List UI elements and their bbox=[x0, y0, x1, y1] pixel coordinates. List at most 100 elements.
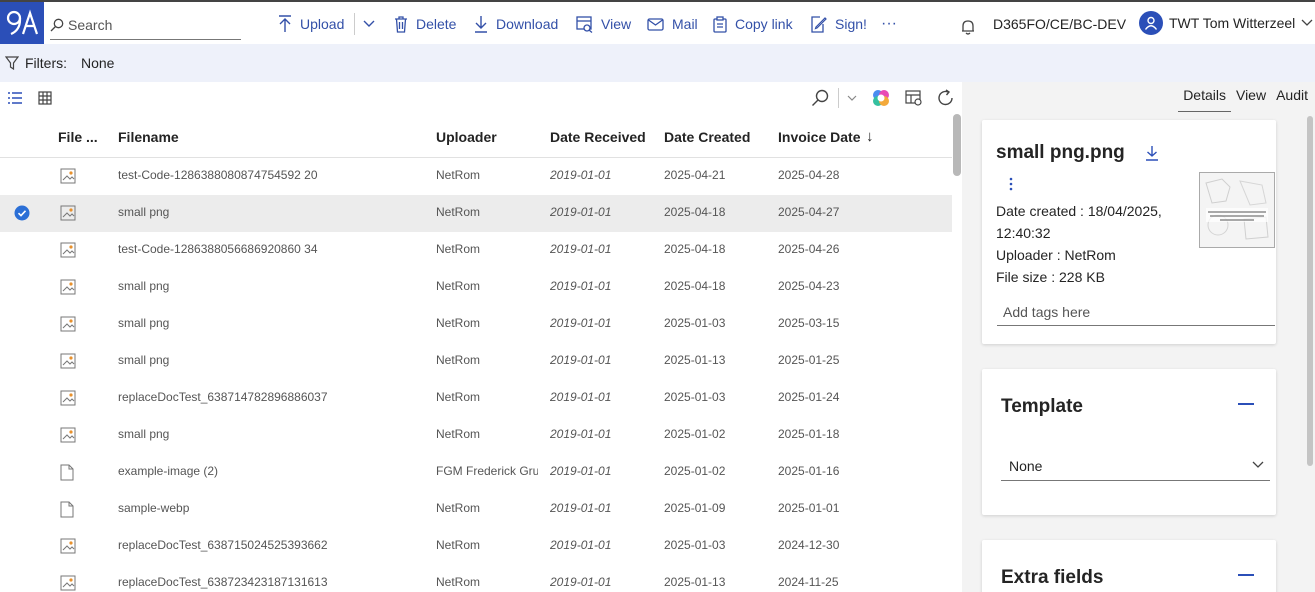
image-file-icon bbox=[60, 242, 76, 261]
table-row[interactable]: test-Code-1286388056686920860 34 NetRom 20… bbox=[0, 232, 952, 269]
row-date-received: 2019-01-01 bbox=[550, 279, 612, 293]
row-invoice-date: 2025-01-24 bbox=[778, 390, 840, 404]
list-scrollbar-thumb[interactable] bbox=[953, 114, 961, 176]
column-header-filename[interactable]: Filename bbox=[118, 129, 179, 145]
table-row[interactable]: replaceDocTest_638715024525393662 NetRom 2… bbox=[0, 528, 952, 565]
sign-button[interactable]: Sign! bbox=[810, 12, 867, 36]
row-date-created: 2025-01-13 bbox=[664, 353, 726, 367]
copy-link-button[interactable]: Copy link bbox=[713, 12, 793, 36]
template-title: Template bbox=[1001, 396, 1084, 417]
environment-label[interactable]: D365FO/CE/BC-DEV bbox=[993, 16, 1126, 32]
top-bar: Search Upload Delete Download View Mail … bbox=[0, 0, 1315, 44]
search-icon[interactable] bbox=[811, 89, 829, 107]
row-date-received: 2019-01-01 bbox=[550, 464, 612, 478]
list-view-icon[interactable] bbox=[7, 92, 23, 104]
tab-view[interactable]: View bbox=[1231, 86, 1271, 112]
row-filename: example-image (2) bbox=[118, 464, 219, 478]
sort-descending-icon[interactable]: ↓ bbox=[866, 128, 874, 145]
user-menu[interactable]: TWT Tom Witterzeel bbox=[1139, 11, 1313, 35]
details-panel: Details View Audit small png.png Date cr… bbox=[962, 82, 1315, 592]
row-filename: small png bbox=[118, 427, 170, 441]
download-label: Download bbox=[496, 16, 559, 32]
table-row[interactable]: small png NetRom 2019-01-01 2025-04-18 2025-… bbox=[0, 195, 952, 232]
collapse-icon[interactable] bbox=[1238, 403, 1254, 405]
table-row[interactable]: small png NetRom 2019-01-01 2025-04-18 2025-… bbox=[0, 269, 952, 306]
row-uploader: NetRom bbox=[436, 168, 481, 182]
uploader: Uploader : NetRom bbox=[996, 247, 1116, 263]
copilot-icon[interactable] bbox=[872, 89, 890, 107]
row-filename: small png bbox=[118, 353, 170, 367]
table-settings-icon[interactable] bbox=[905, 90, 923, 106]
column-header-uploader[interactable]: Uploader bbox=[436, 129, 497, 145]
table-row[interactable]: small png NetRom 2019-01-01 2025-01-13 2025-… bbox=[0, 343, 952, 380]
row-filename: replaceDocTest_638714782896886037 bbox=[118, 390, 328, 404]
thumbnail-image bbox=[1200, 173, 1274, 247]
view-button[interactable]: View bbox=[576, 12, 631, 36]
tab-audit[interactable]: Audit bbox=[1271, 86, 1313, 112]
delete-button[interactable]: Delete bbox=[394, 12, 456, 36]
more-icon: ··· bbox=[881, 15, 897, 32]
collapse-icon[interactable] bbox=[1238, 574, 1254, 576]
toolbar-divider bbox=[354, 13, 355, 35]
tab-details[interactable]: Details bbox=[1178, 86, 1231, 112]
view-label: View bbox=[601, 16, 632, 32]
toolbar-divider bbox=[838, 88, 839, 108]
app-logo[interactable] bbox=[0, 2, 44, 44]
chevron-down-icon[interactable] bbox=[847, 95, 857, 102]
column-header-date-created[interactable]: Date Created bbox=[664, 129, 750, 145]
date-created: Date created : 18/04/2025, bbox=[996, 203, 1162, 219]
download-button[interactable]: Download bbox=[474, 12, 558, 36]
table-row[interactable]: replaceDocTest_638723423187131613 NetRom 2… bbox=[0, 565, 952, 592]
upload-button[interactable]: Upload bbox=[278, 12, 344, 36]
mail-button[interactable]: Mail bbox=[647, 12, 698, 36]
row-date-created: 2025-01-02 bbox=[664, 464, 726, 478]
template-select[interactable]: None bbox=[1001, 453, 1270, 481]
row-date-received: 2019-01-01 bbox=[550, 538, 612, 552]
column-header-file-type[interactable]: File ... bbox=[58, 129, 100, 145]
row-invoice-date: 2024-11-25 bbox=[778, 575, 839, 589]
file-size: File size : 228 KB bbox=[996, 269, 1105, 285]
table-row[interactable]: small png NetRom 2019-01-01 2025-01-03 2025-… bbox=[0, 306, 952, 343]
row-filename: small png bbox=[118, 316, 170, 330]
column-header-date-received[interactable]: Date Received bbox=[550, 129, 646, 145]
more-vertical-icon[interactable] bbox=[1009, 177, 1013, 191]
row-selected-check-icon[interactable] bbox=[14, 205, 30, 224]
file-icon bbox=[60, 501, 74, 521]
notifications-button[interactable] bbox=[961, 15, 983, 39]
filter-icon[interactable] bbox=[5, 56, 19, 70]
filter-bar: Filters: None bbox=[0, 44, 1315, 82]
row-filename: test-Code-1286388080874754592 20 bbox=[118, 168, 318, 182]
table-row[interactable]: sample-webp NetRom 2019-01-01 2025-01-09 202… bbox=[0, 491, 952, 528]
list-scrollbar[interactable] bbox=[952, 112, 962, 592]
grid-view-icon[interactable] bbox=[38, 91, 52, 105]
download-icon bbox=[475, 16, 487, 33]
more-actions-button[interactable]: ··· bbox=[881, 12, 897, 36]
upload-dropdown-button[interactable] bbox=[363, 12, 383, 36]
row-filename: replaceDocTest_638715024525393662 bbox=[118, 538, 328, 552]
sign-icon bbox=[811, 15, 827, 33]
search-input[interactable]: Search bbox=[50, 10, 241, 40]
file-thumbnail[interactable] bbox=[1199, 172, 1275, 248]
panel-scrollbar[interactable] bbox=[1305, 112, 1315, 592]
refresh-icon[interactable] bbox=[937, 89, 955, 107]
table-row[interactable]: example-image (2) FGM Frederick Grun 2019-… bbox=[0, 454, 952, 491]
tags-input[interactable]: Add tags here bbox=[997, 300, 1275, 326]
image-file-icon bbox=[60, 168, 76, 187]
chevron-down-icon bbox=[363, 20, 375, 27]
row-uploader: NetRom bbox=[436, 205, 481, 219]
filters-value[interactable]: None bbox=[81, 55, 114, 71]
table-row[interactable]: small png NetRom 2019-01-01 2025-01-02 2025-… bbox=[0, 417, 952, 454]
row-date-created: 2025-04-18 bbox=[664, 205, 726, 219]
table-row[interactable]: test-Code-1286388080874754592 20 NetRom 20… bbox=[0, 158, 952, 195]
image-file-icon bbox=[60, 538, 76, 557]
row-filename: sample-webp bbox=[118, 501, 190, 515]
panel-scrollbar-thumb[interactable] bbox=[1307, 116, 1313, 466]
row-invoice-date: 2025-03-15 bbox=[778, 316, 840, 330]
download-icon[interactable] bbox=[1145, 145, 1159, 161]
search-icon bbox=[50, 18, 64, 31]
extra-fields-card: Extra fields bbox=[982, 540, 1276, 592]
image-file-icon bbox=[60, 353, 76, 372]
row-filename: replaceDocTest_638723423187131613 bbox=[118, 575, 328, 589]
column-header-invoice-date[interactable]: Invoice Date bbox=[778, 129, 860, 145]
table-row[interactable]: replaceDocTest_638714782896886037 NetRom 2… bbox=[0, 380, 952, 417]
